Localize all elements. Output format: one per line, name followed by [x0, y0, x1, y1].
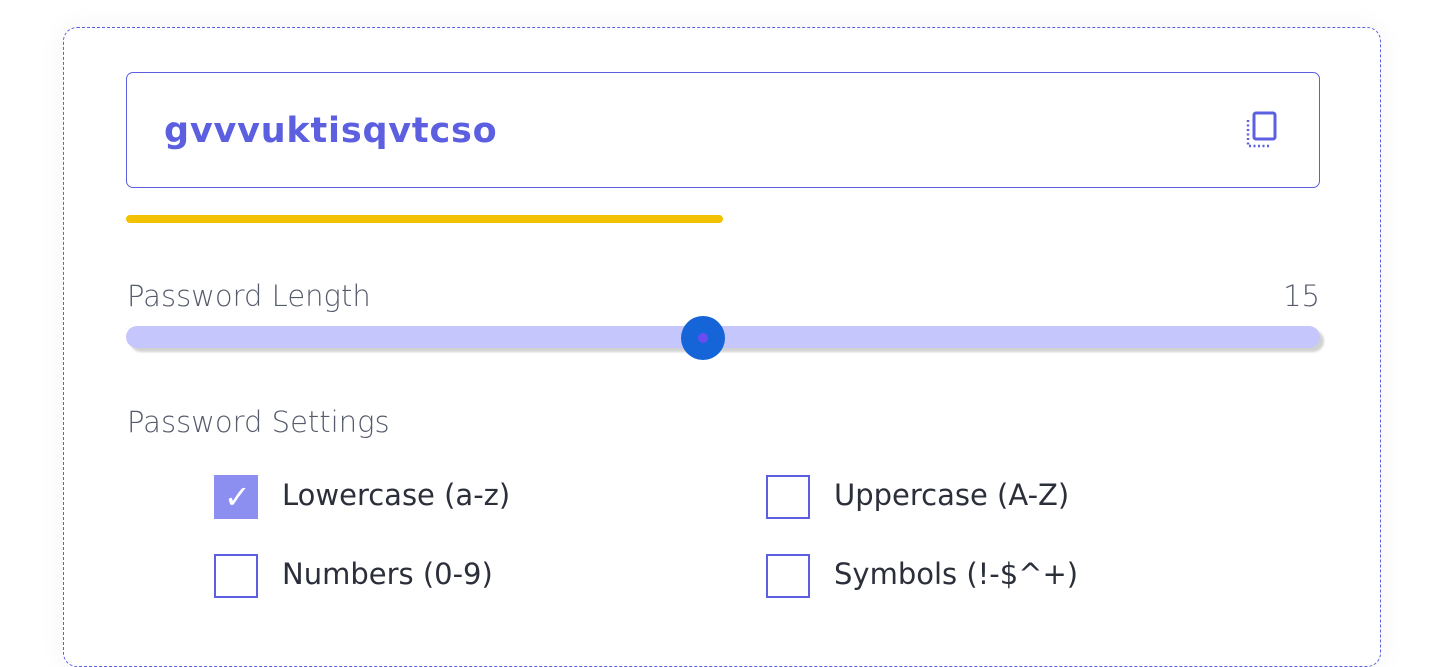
option-label: Symbols (!-$^+): [834, 557, 1079, 591]
length-slider-thumb[interactable]: [681, 316, 725, 360]
lowercase-checkbox[interactable]: ✓: [214, 475, 258, 519]
copy-button[interactable]: [1237, 106, 1285, 154]
symbols-checkbox[interactable]: ✓: [766, 554, 810, 598]
strength-indicator: [126, 215, 723, 223]
numbers-checkbox[interactable]: ✓: [214, 554, 258, 598]
password-length-label: Password Length: [127, 279, 371, 313]
uppercase-checkbox[interactable]: ✓: [766, 475, 810, 519]
checkmark-icon: ✓: [224, 478, 251, 516]
password-display[interactable]: gvvvuktisqvtcso: [126, 72, 1320, 188]
password-length-value: 15: [1283, 279, 1320, 313]
password-settings-label: Password Settings: [127, 405, 390, 439]
slider-thumb-dot: [698, 333, 708, 343]
option-label: Numbers (0-9): [282, 557, 493, 591]
option-label: Uppercase (A-Z): [834, 478, 1070, 512]
copy-icon: [1246, 111, 1277, 148]
option-label: Lowercase (a-z): [282, 478, 511, 512]
password-text: gvvvuktisqvtcso: [164, 111, 498, 151]
